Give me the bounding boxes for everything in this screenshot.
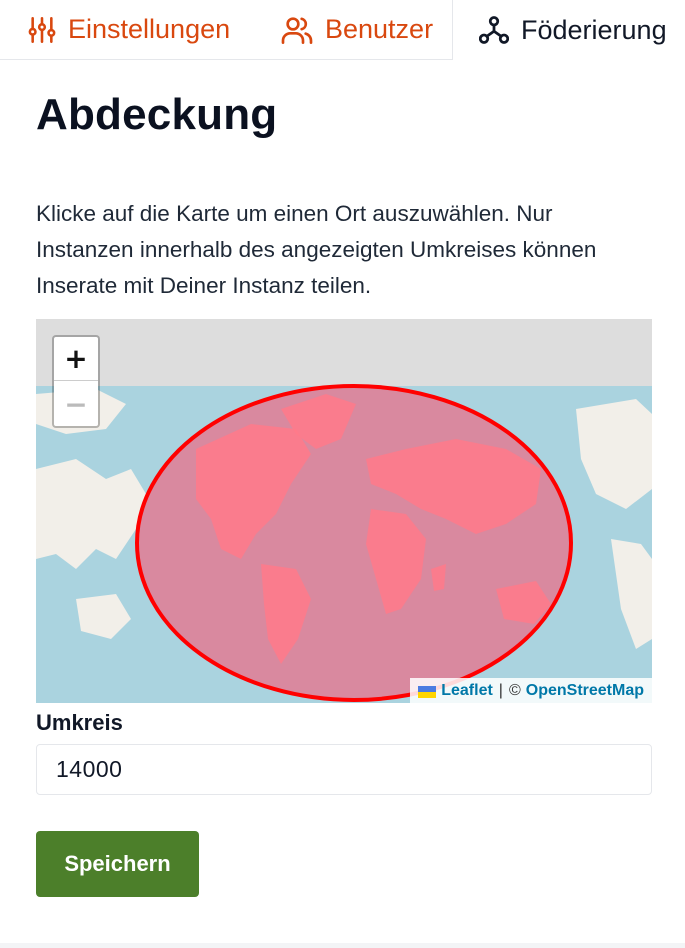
- map-attribution: Leaflet | © OpenStreetMap: [410, 678, 652, 703]
- tab-federation-label: Föderierung: [521, 14, 667, 45]
- zoom-out-button[interactable]: −: [54, 382, 98, 426]
- page-title: Abdeckung: [36, 90, 278, 139]
- copyright-symbol: ©: [508, 681, 521, 699]
- openstreetmap-link[interactable]: OpenStreetMap: [526, 682, 644, 700]
- save-button[interactable]: Speichern: [36, 831, 199, 897]
- tab-settings[interactable]: Einstellungen: [0, 0, 253, 60]
- tab-users[interactable]: Benutzer: [253, 0, 453, 60]
- tab-settings-label: Einstellungen: [68, 14, 231, 44]
- sliders-icon: [28, 16, 56, 44]
- page-description: Klicke auf die Karte um einen Ort auszuw…: [36, 201, 597, 298]
- world-basemap: [36, 319, 652, 703]
- tab-bar: Einstellungen Benutzer Föderierung: [0, 0, 685, 60]
- coverage-circle: [135, 384, 573, 702]
- zoom-control: + −: [52, 335, 100, 428]
- coverage-map[interactable]: + − Leaflet | © OpenStreetMap: [36, 319, 652, 703]
- radius-label: Umkreis: [36, 710, 123, 735]
- radius-input[interactable]: [36, 744, 652, 795]
- tab-federation[interactable]: Föderierung: [453, 0, 685, 60]
- attribution-separator: |: [498, 681, 503, 699]
- leaflet-link[interactable]: Leaflet: [441, 682, 493, 700]
- bottom-divider: [0, 943, 685, 948]
- ukraine-flag-icon: [418, 685, 437, 698]
- tab-users-label: Benutzer: [325, 14, 434, 44]
- federation-icon: [479, 14, 509, 46]
- users-icon: [281, 14, 313, 46]
- zoom-in-button[interactable]: +: [54, 337, 98, 381]
